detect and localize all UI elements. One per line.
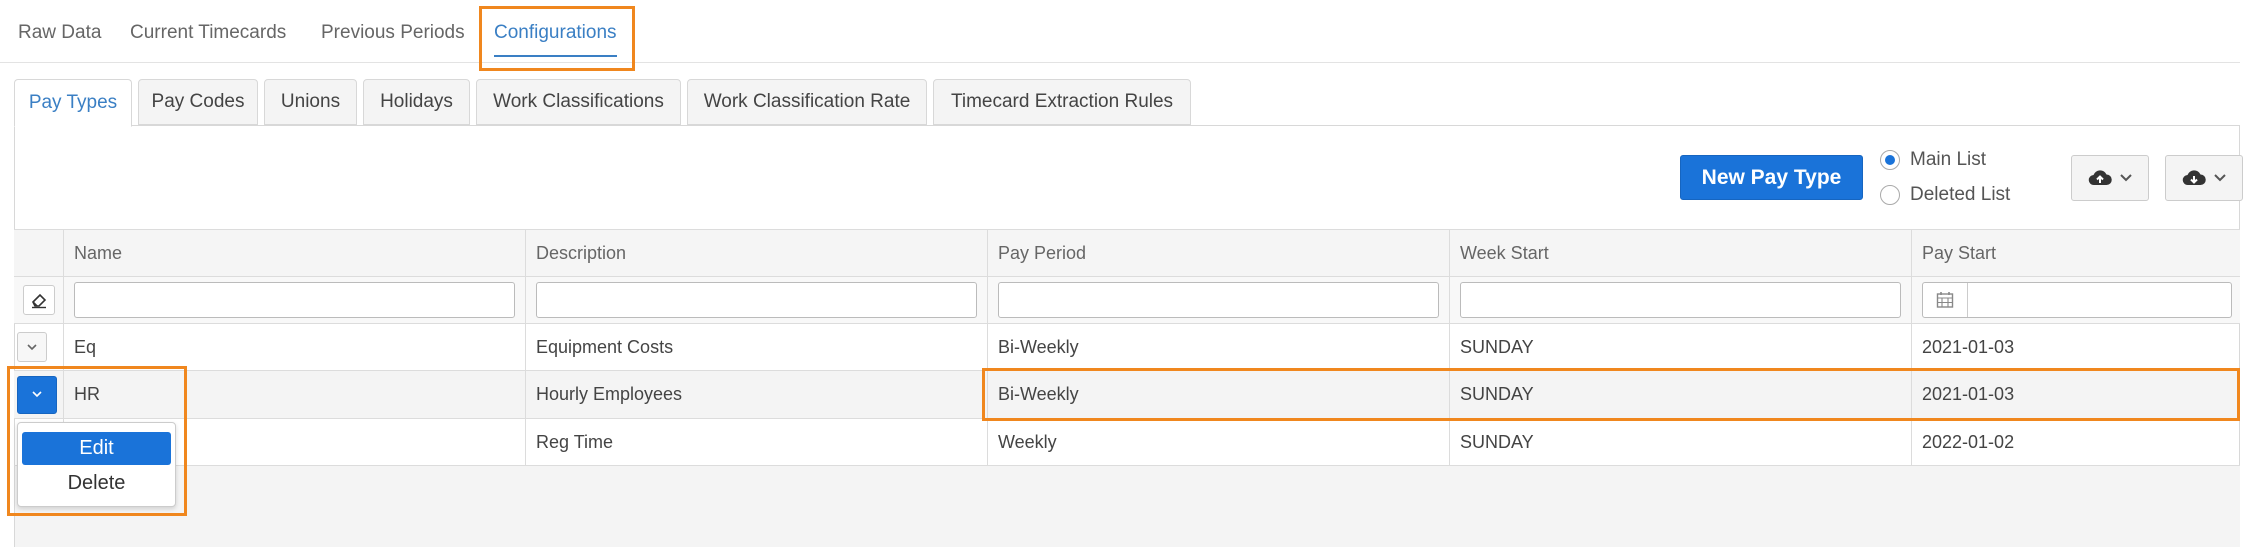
table-row[interactable]: Reg Time Weekly SUNDAY 2022-01-02 (14, 419, 2240, 466)
cell-pay-period: Bi-Weekly (988, 324, 1450, 370)
cell-pay-start: 2021-01-03 (1922, 336, 2015, 357)
main-list-option[interactable]: Main List (1880, 149, 1986, 171)
grid-filter-row (14, 277, 2240, 324)
header-description[interactable]: Description (526, 230, 988, 276)
top-tab-bar: Raw Data Current Timecards Previous Peri… (0, 0, 2240, 63)
subtab-pay-types[interactable]: Pay Types (14, 79, 132, 127)
grid-empty-area (14, 466, 2240, 547)
download-dropdown-button[interactable] (2165, 155, 2243, 201)
cell-week-start: SUNDAY (1450, 419, 1912, 465)
main-list-radio[interactable] (1880, 150, 1900, 170)
cloud-download-icon (2182, 170, 2206, 186)
cell-pay-start: 2021-01-03 (1922, 384, 2015, 404)
cell-description: Equipment Costs (526, 324, 988, 370)
subtab-unions[interactable]: Unions (264, 79, 357, 125)
filter-description-input[interactable] (536, 282, 977, 318)
subtab-work-classifications[interactable]: Work Classifications (476, 79, 681, 125)
row-actions-button[interactable] (17, 375, 57, 414)
upload-dropdown-button[interactable] (2071, 155, 2149, 201)
filter-pay-period-input[interactable] (998, 282, 1439, 318)
deleted-list-label: Deleted List (1910, 184, 2011, 205)
filter-week-start-input[interactable] (1460, 282, 1901, 318)
calendar-icon (1936, 292, 1954, 308)
cell-pay-period: Weekly (988, 419, 1450, 465)
deleted-list-radio[interactable] (1880, 185, 1900, 205)
active-tab-underline (494, 55, 617, 57)
cell-pay-period: Bi-Weekly (988, 371, 1450, 418)
tab-raw-data[interactable]: Raw Data (18, 22, 101, 44)
eraser-icon (32, 293, 47, 309)
cell-week-start: SUNDAY (1450, 371, 1912, 418)
clear-filters-button[interactable] (23, 285, 55, 315)
row-actions-menu: Edit Delete (17, 422, 176, 507)
chevron-down-icon (2120, 174, 2132, 182)
tab-configurations-label: Configurations (494, 22, 617, 43)
chevron-down-icon (27, 343, 37, 350)
deleted-list-option[interactable]: Deleted List (1880, 184, 2010, 206)
header-pay-period[interactable]: Pay Period (988, 230, 1450, 276)
filter-clear-cell (14, 277, 64, 323)
cell-description: Hourly Employees (526, 371, 988, 418)
cell-name: HR (64, 371, 526, 418)
subtab-pay-codes[interactable]: Pay Codes (138, 79, 258, 125)
grid-header-row: Name Description Pay Period Week Start P… (14, 229, 2240, 277)
filter-name-cell (64, 277, 526, 323)
chevron-down-icon (2214, 174, 2226, 182)
tab-current-timecards[interactable]: Current Timecards (130, 22, 286, 44)
menu-item-delete[interactable]: Delete (22, 467, 171, 500)
filter-week-start-cell (1450, 277, 1912, 323)
header-pay-start[interactable]: Pay Start (1912, 230, 2240, 276)
date-picker-button[interactable] (1923, 283, 1968, 317)
header-name[interactable]: Name (64, 230, 526, 276)
new-pay-type-button[interactable]: New Pay Type (1680, 155, 1863, 200)
table-row[interactable]: HR Hourly Employees Bi-Weekly SUNDAY 202… (14, 371, 2240, 419)
header-week-start[interactable]: Week Start (1450, 230, 1912, 276)
filter-pay-start-cell (1912, 277, 2240, 323)
tab-configurations[interactable]: Configurations (494, 22, 617, 57)
subtab-work-classification-rate[interactable]: Work Classification Rate (687, 79, 927, 125)
header-action-col (14, 230, 64, 276)
cell-name: Eq (64, 324, 526, 370)
row-action-cell (14, 371, 64, 418)
filter-pay-period-cell (988, 277, 1450, 323)
cell-description: Reg Time (526, 419, 988, 465)
row-actions-button[interactable] (17, 332, 47, 362)
main-list-label: Main List (1910, 149, 1987, 170)
filter-description-cell (526, 277, 988, 323)
cell-pay-start: 2022-01-02 (1922, 431, 2015, 452)
filter-name-input[interactable] (74, 282, 515, 318)
subtab-holidays[interactable]: Holidays (363, 79, 470, 125)
cell-week-start: SUNDAY (1450, 324, 1912, 370)
cloud-upload-icon (2088, 170, 2112, 186)
tab-previous-periods[interactable]: Previous Periods (321, 22, 465, 44)
row-action-cell (14, 324, 64, 370)
subtab-timecard-extraction-rules[interactable]: Timecard Extraction Rules (933, 79, 1191, 125)
menu-item-edit[interactable]: Edit (22, 432, 171, 465)
filter-pay-start-input[interactable] (1922, 282, 2232, 318)
table-row[interactable]: Eq Equipment Costs Bi-Weekly SUNDAY 2021… (14, 324, 2240, 371)
chevron-down-icon (32, 391, 42, 398)
